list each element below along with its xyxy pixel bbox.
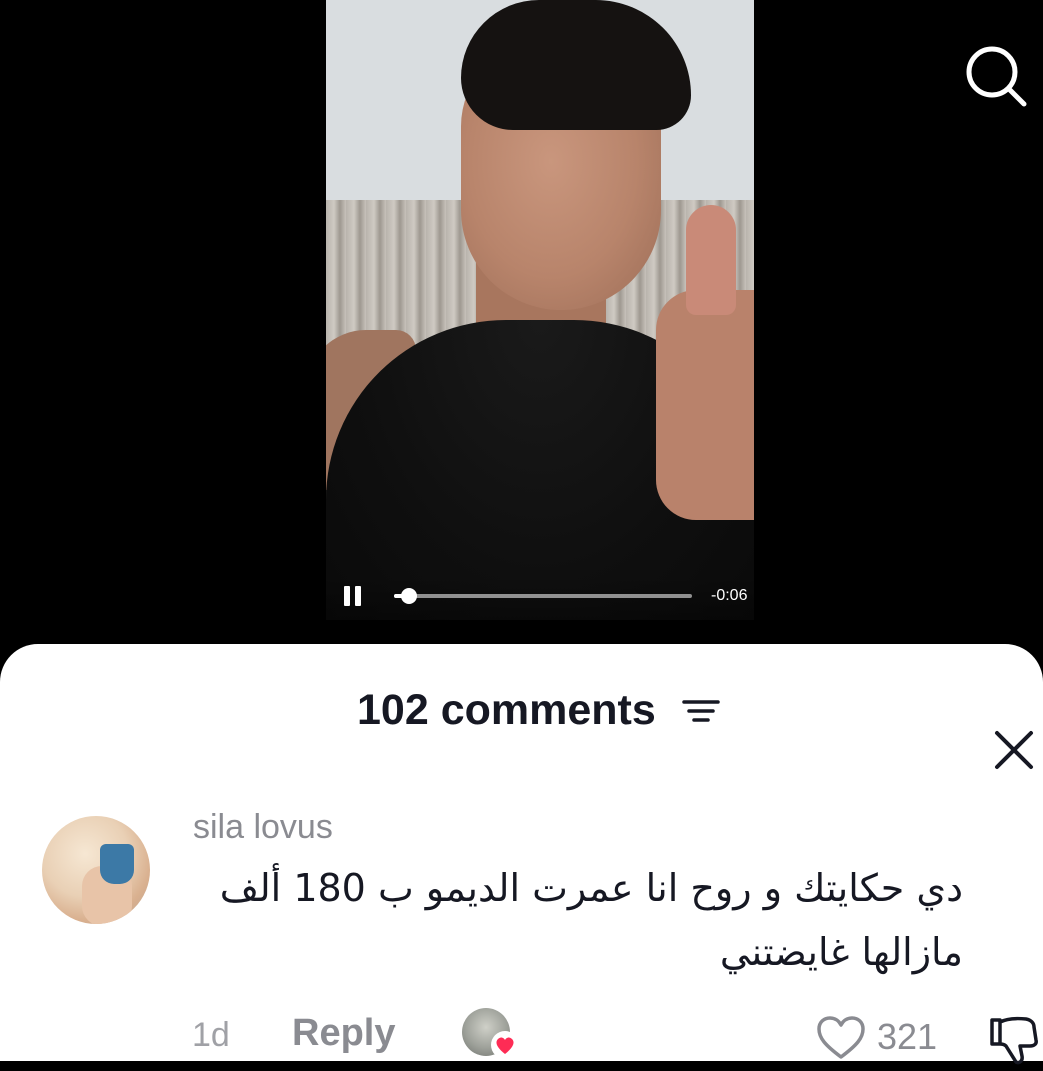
pause-icon[interactable]: [344, 586, 362, 608]
comment-text-line: دي حكايتك و روح انا عمرت الديمو ب 180 أل…: [219, 866, 963, 910]
search-icon[interactable]: [960, 42, 1030, 108]
comment-text-line: مازالها غايضتني: [719, 930, 963, 974]
comment-text: دي حكايتك و روح انا عمرت الديمو ب 180 أل…: [193, 856, 963, 984]
progress-bar[interactable]: [394, 588, 692, 604]
comments-sheet: 102 comments sila lovus دي حكايتك و روح …: [0, 644, 1043, 1066]
avatar[interactable]: [42, 816, 150, 924]
video-area: -0:06: [0, 0, 1043, 660]
time-remaining: -0:06: [711, 587, 748, 604]
comment-username[interactable]: sila lovus: [193, 808, 333, 847]
video-person-thumb: [686, 205, 736, 315]
heart-outline-icon[interactable]: [815, 1014, 867, 1062]
video-controls: -0:06: [326, 576, 754, 620]
video-person-fist: [656, 290, 754, 520]
liked-by-creator-badge: [462, 1008, 520, 1066]
close-icon[interactable]: [990, 726, 1038, 774]
comment-timestamp: 1d: [192, 1016, 230, 1054]
reply-button[interactable]: Reply: [292, 1012, 395, 1055]
thumbs-down-icon[interactable]: [986, 1014, 1040, 1066]
sort-icon[interactable]: [682, 696, 720, 726]
comment-meta: 1d Reply 321: [0, 1004, 1043, 1066]
comment-item: sila lovus دي حكايتك و روح انا عمرت الدي…: [0, 804, 1043, 1066]
video-player[interactable]: [326, 0, 754, 620]
heart-icon: [491, 1031, 519, 1059]
progress-knob[interactable]: [400, 588, 417, 604]
comments-header: 102 comments: [0, 684, 1043, 769]
comments-count-title: 102 comments: [357, 686, 656, 734]
like-count: 321: [877, 1016, 938, 1057]
